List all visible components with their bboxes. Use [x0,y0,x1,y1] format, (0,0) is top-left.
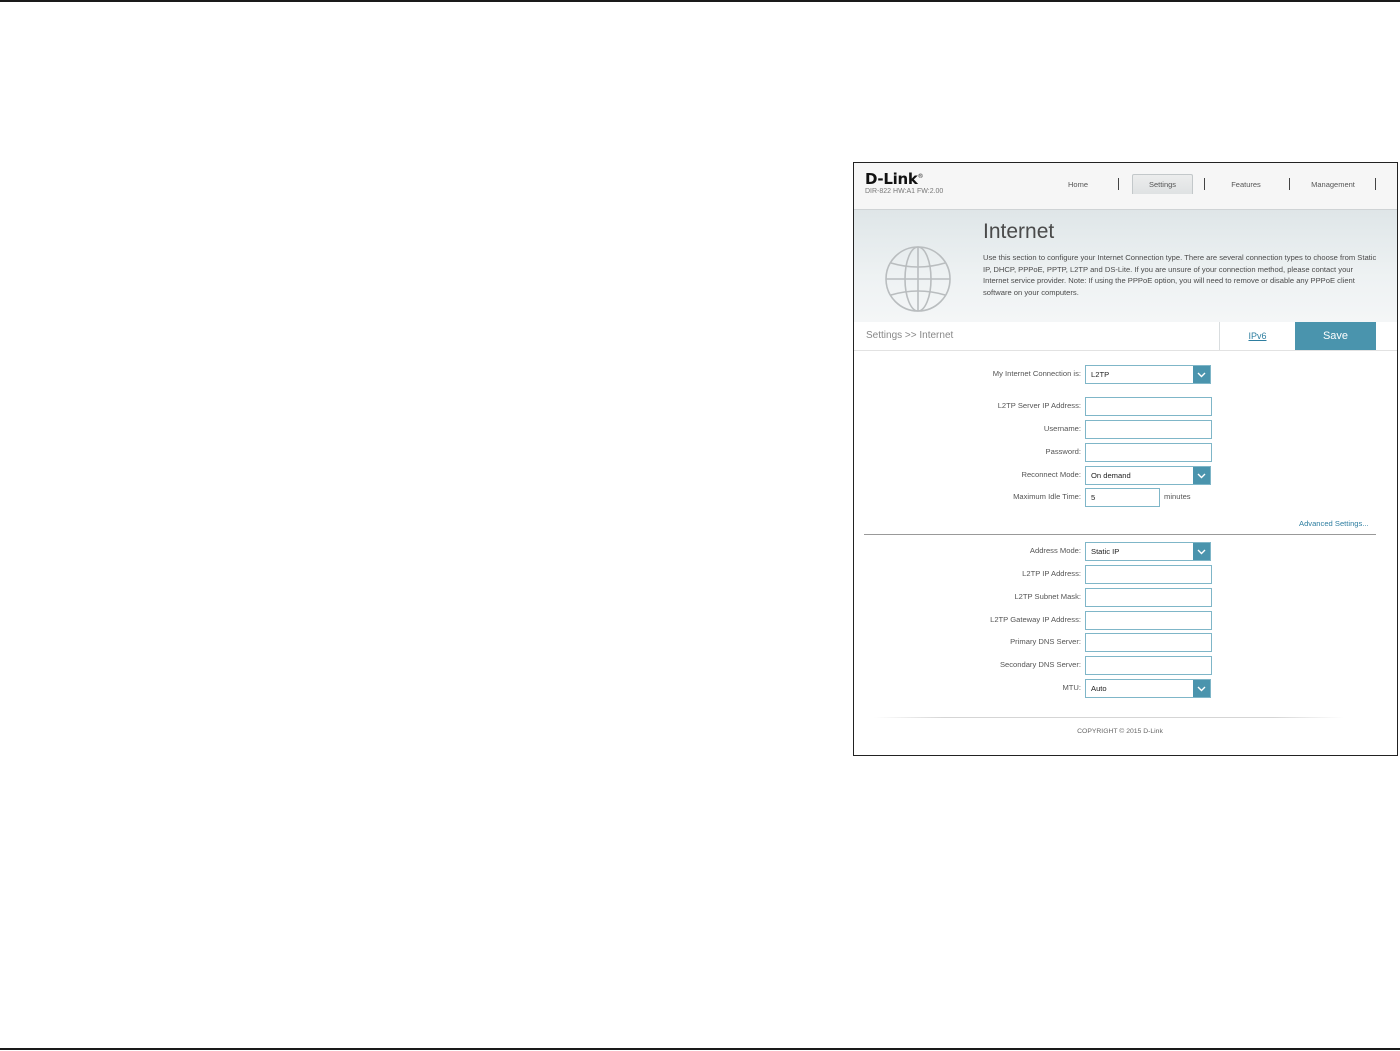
secondary-dns-label: Secondary DNS Server: [999,660,1081,669]
reconnect-mode-value: On demand [1091,471,1131,480]
chevron-down-icon[interactable] [1193,543,1210,560]
address-mode-label: Address Mode: [1029,546,1081,555]
mtu-row: MTU: Auto [854,679,1397,698]
l2tp-ip-row: L2TP IP Address: [854,565,1397,584]
nav-home[interactable]: Home [1051,173,1105,195]
page-description: Use this section to configure your Inter… [983,253,1377,297]
mtu-value: Auto [1091,684,1107,693]
mtu-select[interactable]: Auto [1085,679,1211,698]
password-label: Password: [1045,447,1081,456]
nav-management[interactable]: Management [1300,173,1366,195]
nav-features[interactable]: Features [1215,173,1277,195]
primary-dns-label: Primary DNS Server: [1010,637,1081,646]
gateway-row: L2TP Gateway IP Address: [854,611,1397,630]
idle-time-unit: minutes [1164,492,1191,501]
chevron-down-icon[interactable] [1193,467,1210,484]
model-info: DIR-822 HW:A1 FW:2.00 [865,188,944,195]
page-title: Internet [983,220,1055,243]
connection-type-row: My Internet Connection is: L2TP [854,365,1397,384]
connection-type-value: L2TP [1091,370,1110,379]
nav-divider [1375,178,1376,190]
secondary-dns-row: Secondary DNS Server: [854,656,1397,675]
idle-time-label: Maximum Idle Time: [1013,492,1081,501]
reconnect-mode-label: Reconnect Mode: [1021,470,1081,479]
advanced-settings-link[interactable]: Advanced Settings... [1299,519,1369,528]
reconnect-mode-select[interactable]: On demand [1085,466,1211,485]
primary-dns-input[interactable] [1085,633,1212,652]
gateway-label: L2TP Gateway IP Address: [990,615,1081,624]
username-input[interactable] [1085,420,1212,439]
server-ip-row: L2TP Server IP Address: [854,397,1397,416]
section-divider [864,534,1376,535]
page-bottom-rule [0,1048,1400,1050]
top-header: D-Link® DIR-822 HW:A1 FW:2.00 Home Setti… [854,163,1397,210]
chevron-down-icon[interactable] [1193,680,1210,697]
breadcrumb-bar: Settings >> Internet IPv6 Save [854,322,1397,351]
server-ip-input[interactable] [1085,397,1212,416]
gateway-input[interactable] [1085,611,1212,630]
breadcrumb: Settings >> Internet [866,330,954,341]
reconnect-mode-row: Reconnect Mode: On demand [854,466,1397,485]
server-ip-label: L2TP Server IP Address: [997,401,1081,410]
mtu-label: MTU: [1062,683,1081,692]
address-mode-row: Address Mode: Static IP [854,542,1397,561]
subnet-mask-input[interactable] [1085,588,1212,607]
dlink-logo: D-Link® [865,170,924,188]
page-top-rule [0,0,1400,2]
nav-divider [1204,178,1205,190]
secondary-dns-input[interactable] [1085,656,1212,675]
subnet-mask-label: L2TP Subnet Mask: [1014,592,1081,601]
ipv6-link[interactable]: IPv6 [1219,322,1295,350]
l2tp-ip-label: L2TP IP Address: [1022,569,1081,578]
nav-settings[interactable]: Settings [1132,174,1193,194]
nav-divider [1289,178,1290,190]
footer-divider [874,717,1344,718]
l2tp-ip-input[interactable] [1085,565,1212,584]
chevron-down-icon[interactable] [1193,366,1210,383]
idle-time-row: Maximum Idle Time: minutes [854,488,1397,507]
connection-type-select[interactable]: L2TP [1085,365,1211,384]
address-mode-select[interactable]: Static IP [1085,542,1211,561]
copyright-text: COPYRIGHT © 2015 D-Link [1077,728,1163,735]
password-input[interactable] [1085,443,1212,462]
save-button[interactable]: Save [1295,322,1376,350]
username-label: Username: [1043,424,1081,433]
router-admin-screenshot: D-Link® DIR-822 HW:A1 FW:2.00 Home Setti… [853,162,1398,756]
subnet-mask-row: L2TP Subnet Mask: [854,588,1397,607]
nav-divider [1118,178,1119,190]
password-row: Password: [854,443,1397,462]
connection-type-label: My Internet Connection is: [992,369,1081,378]
idle-time-input[interactable] [1085,488,1160,507]
primary-dns-row: Primary DNS Server: [854,633,1397,652]
globe-icon [885,246,951,312]
address-mode-value: Static IP [1091,547,1120,556]
username-row: Username: [854,420,1397,439]
page-banner: Internet Use this section to configure y… [854,210,1397,323]
